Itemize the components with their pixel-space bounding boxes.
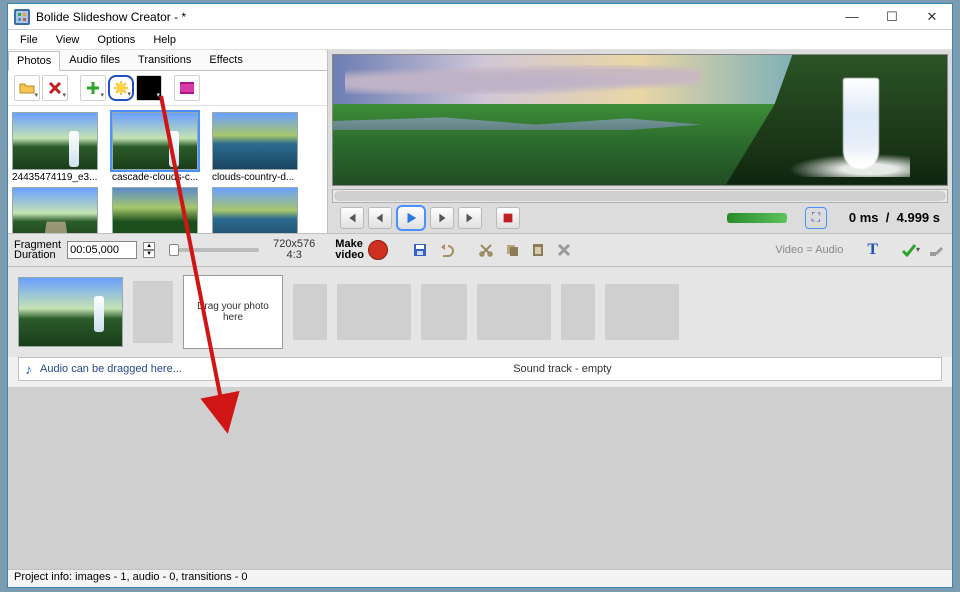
preview-viewport (332, 54, 948, 186)
delete-clip-button[interactable] (554, 240, 574, 260)
preview-panel: ⛶ 0 ms / 4.999 s (328, 50, 952, 233)
thumbnail-label: clouds-country-d... (212, 170, 294, 183)
time-total: 4.999 s (897, 210, 940, 225)
project-info: Project info: images - 1, audio - 0, tra… (14, 571, 248, 583)
time-current: 0 ms (849, 210, 879, 225)
timeline-slot[interactable] (477, 284, 551, 340)
apply-button[interactable]: ▾ (900, 240, 920, 260)
maximize-button[interactable]: ☐ (872, 4, 912, 30)
volume-slider[interactable] (727, 213, 787, 223)
audio-hint: Audio can be dragged here... (40, 363, 182, 375)
undo-button[interactable] (436, 240, 456, 260)
footer-spacer (8, 387, 952, 570)
fullscreen-button[interactable]: ⛶ (805, 207, 827, 229)
minimize-button[interactable]: — (832, 4, 872, 30)
open-folder-button[interactable]: ▾ (14, 75, 40, 101)
timeline-slot[interactable] (337, 284, 411, 340)
thumbnail[interactable]: cascade-clouds-c... (112, 112, 206, 183)
close-button[interactable]: ✕ (912, 4, 952, 30)
audio-status: Sound track - empty (190, 363, 935, 375)
video-equals-audio-label: Video = Audio (775, 244, 843, 256)
resolution-label: 720x576 4:3 (273, 239, 315, 261)
timeline-slot[interactable] (605, 284, 679, 340)
thumbnail-label: cascade-clouds-c... (112, 170, 198, 183)
music-note-icon: ♪ (25, 361, 32, 377)
menubar: File View Options Help (8, 30, 952, 50)
settings-icon[interactable] (926, 240, 946, 260)
stop-button[interactable] (496, 207, 520, 229)
fragment-duration-label: Fragment Duration (14, 240, 61, 260)
project-toolbar: Fragment Duration ▲▼ 720x576 4:3 Make vi… (8, 233, 952, 267)
thumbnail[interactable]: lake-landscape-o... (212, 187, 306, 233)
tab-transitions[interactable]: Transitions (129, 50, 200, 70)
make-video-button[interactable]: Make video (335, 239, 388, 261)
next-button[interactable] (430, 207, 454, 229)
menu-file[interactable]: File (12, 32, 46, 48)
status-bar: Project info: images - 1, audio - 0, tra… (8, 569, 952, 587)
timeline-drop-target[interactable]: Drag your photo here (183, 275, 283, 349)
fragment-duration-input[interactable] (67, 241, 137, 259)
titlebar: Bolide Slideshow Creator - * — ☐ ✕ (8, 4, 952, 30)
window-title: Bolide Slideshow Creator - * (36, 10, 826, 24)
play-button[interactable] (396, 205, 426, 231)
audio-track[interactable]: ♪ Audio can be dragged here... Sound tra… (18, 357, 942, 381)
thumbnail[interactable]: 24435474119_e3... (12, 112, 106, 183)
menu-view[interactable]: View (48, 32, 88, 48)
timeline[interactable]: Drag your photo here (8, 267, 952, 357)
timeline-slot[interactable] (293, 284, 327, 340)
add-button[interactable]: ▾ (80, 75, 106, 101)
media-panel: Photos Audio files Transitions Effects ▾… (8, 50, 328, 233)
timeline-slot[interactable] (561, 284, 595, 340)
menu-help[interactable]: Help (145, 32, 184, 48)
go-start-button[interactable] (340, 207, 364, 229)
blank-slide-button[interactable]: ▾ (136, 75, 162, 101)
thumbnail[interactable]: Greenery_in_the... (112, 187, 206, 233)
go-end-button[interactable] (458, 207, 482, 229)
delete-button[interactable]: ▾ (42, 75, 68, 101)
add-text-button[interactable]: T (867, 241, 878, 259)
paste-button[interactable] (528, 240, 548, 260)
cut-button[interactable] (476, 240, 496, 260)
thumbnail[interactable]: clouds-country-d... (212, 112, 306, 183)
media-toolbar: ▾ ▾ ▾ ▾ ▾ (8, 71, 327, 106)
timeline-slot[interactable] (133, 281, 173, 343)
fragment-duration-spinner[interactable]: ▲▼ (143, 242, 155, 258)
player-controls: ⛶ 0 ms / 4.999 s (332, 203, 948, 233)
app-icon (14, 9, 30, 25)
thumbnail-grid: 24435474119_e3... cascade-clouds-c... clou… (8, 106, 327, 233)
menu-options[interactable]: Options (89, 32, 143, 48)
timeline-clip[interactable] (18, 277, 123, 347)
time-display: 0 ms / 4.999 s (849, 210, 940, 225)
tab-effects[interactable]: Effects (200, 50, 251, 70)
save-project-button[interactable] (410, 240, 430, 260)
tab-photos[interactable]: Photos (8, 51, 60, 71)
zoom-slider[interactable] (169, 248, 259, 252)
movie-clip-button[interactable] (174, 75, 200, 101)
media-tabs: Photos Audio files Transitions Effects (8, 50, 327, 71)
thumbnail-label: 24435474119_e3... (12, 170, 97, 183)
prev-button[interactable] (368, 207, 392, 229)
copy-button[interactable] (502, 240, 522, 260)
thumbnail[interactable]: forest-landscape-... (12, 187, 106, 233)
insert-transition-button[interactable]: ▾ (108, 75, 134, 101)
preview-seekbar[interactable] (332, 189, 948, 203)
timeline-slot[interactable] (421, 284, 467, 340)
record-icon (368, 240, 388, 260)
tab-audio-files[interactable]: Audio files (60, 50, 129, 70)
